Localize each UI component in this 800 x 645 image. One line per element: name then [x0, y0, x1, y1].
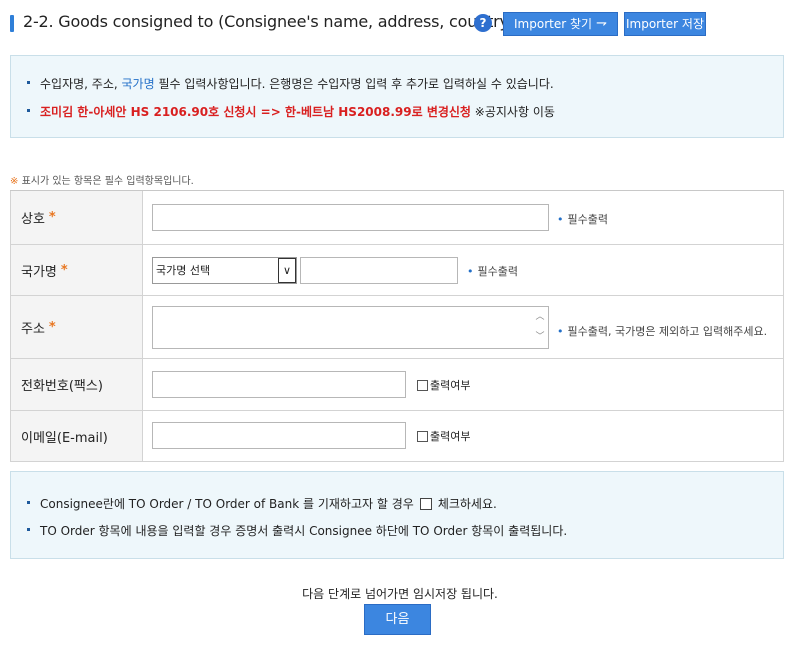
notice-box-top: 수입자명, 주소, 국가명 필수 입력사항입니다. 은행명은 수입자명 입력 후… [10, 55, 784, 138]
consignee-form: 상호 * • 필수출력 국가명 * 국가명 선택 ∨ • 필수출력 주소 * ︿ ﹀ [10, 190, 784, 462]
form-row-country: 국가명 * 국가명 선택 ∨ • 필수출력 [10, 245, 784, 296]
textarea-scrollbar[interactable]: ︿ ﹀ [534, 310, 546, 344]
importer-find-button[interactable]: Importer 찾기 ⇁ [503, 12, 618, 36]
help-icon[interactable]: ? [474, 14, 492, 32]
required-star: * [48, 319, 56, 335]
notice-link[interactable]: ※공지사항 이동 [471, 105, 555, 119]
importer-find-label: Importer 찾기 [514, 17, 593, 31]
notice-line-required: 수입자명, 주소, 국가명 필수 입력사항입니다. 은행명은 수입자명 입력 후… [27, 75, 554, 92]
address-hint: • 필수출력, 국가명은 제외하고 입력해주세요. [557, 325, 768, 338]
bullet-icon [27, 109, 30, 112]
section-marker [10, 15, 14, 32]
country-hint: • 필수출력 [467, 265, 518, 278]
arrow-right-icon: ⇁ [596, 16, 607, 31]
notice-line-to-order: Consignee란에 TO Order / TO Order of Bank … [27, 495, 497, 512]
notice-line-to-order-print: TO Order 항목에 내용을 입력할 경우 증명서 출력시 Consigne… [27, 522, 567, 539]
checkbox-icon[interactable] [417, 430, 428, 442]
required-fields-note: ※ 표시가 있는 항목은 필수 입력항목입니다. [10, 176, 194, 187]
bullet-icon [27, 81, 30, 84]
notice-line-hs-change[interactable]: 조미김 한-아세안 HS 2106.90호 신청시 => 한-베트남 HS200… [27, 103, 555, 120]
scroll-up-icon[interactable]: ︿ [534, 310, 546, 324]
address-textarea[interactable]: ︿ ﹀ [152, 306, 549, 349]
phone-print-checkbox[interactable]: 출력여부 [417, 377, 470, 393]
email-input[interactable] [152, 422, 406, 449]
phone-input[interactable] [152, 371, 406, 398]
hs-change-notice: 조미김 한-아세안 HS 2106.90호 신청시 => 한-베트남 HS200… [40, 105, 471, 119]
bullet-icon [27, 501, 30, 504]
country-select[interactable]: 국가명 선택 ∨ [152, 257, 297, 284]
scroll-down-icon[interactable]: ﹀ [534, 330, 546, 344]
email-print-checkbox[interactable]: 출력여부 [417, 428, 470, 444]
form-row-company: 상호 * • 필수출력 [10, 191, 784, 245]
notice-box-bottom: Consignee란에 TO Order / TO Order of Bank … [10, 471, 784, 559]
to-order-checkbox[interactable] [419, 497, 432, 510]
importer-save-button[interactable]: Importer 저장 [624, 12, 706, 36]
country-label: 국가명 * [11, 245, 143, 295]
bullet-icon [27, 528, 30, 531]
form-row-email: 이메일(E-mail) 출력여부 [10, 411, 784, 462]
country-highlight: 국가명 [121, 77, 155, 91]
company-hint: • 필수출력 [557, 213, 608, 226]
checkbox-icon[interactable] [417, 379, 428, 391]
required-star: * [48, 210, 56, 225]
required-star: * [60, 262, 68, 278]
address-label: 주소 * [11, 296, 143, 358]
company-input[interactable] [152, 204, 549, 231]
country-input[interactable] [300, 257, 458, 284]
section-header: 2-2. Goods consigned to (Consignee's nam… [10, 10, 790, 40]
phone-label: 전화번호(팩스) [11, 359, 143, 410]
section-title: 2-2. Goods consigned to (Consignee's nam… [23, 12, 515, 31]
chevron-down-icon[interactable]: ∨ [278, 258, 296, 283]
form-row-address: 주소 * ︿ ﹀ • 필수출력, 국가명은 제외하고 입력해주세요. [10, 296, 784, 359]
email-label: 이메일(E-mail) [11, 411, 143, 461]
temp-save-message: 다음 단계로 넘어가면 임시저장 됩니다. [302, 587, 498, 601]
form-row-phone: 전화번호(팩스) 출력여부 [10, 359, 784, 411]
next-button[interactable]: 다음 [364, 604, 431, 635]
company-label: 상호 * [11, 191, 143, 244]
